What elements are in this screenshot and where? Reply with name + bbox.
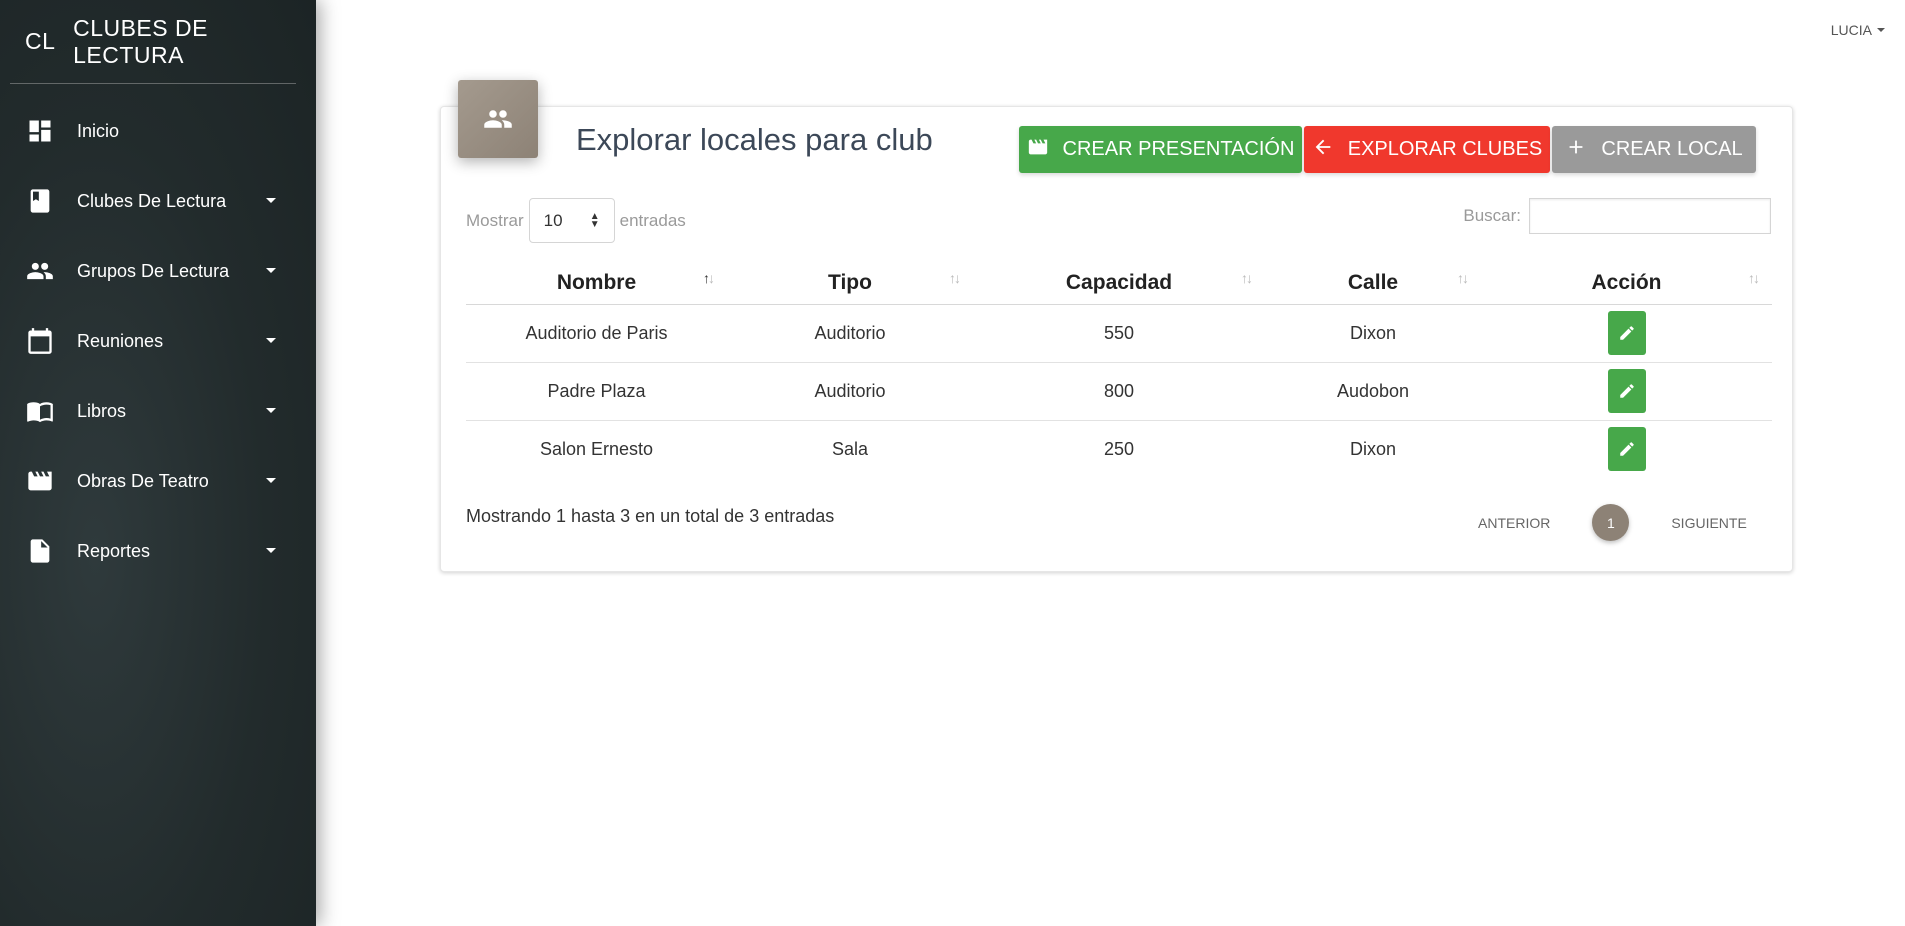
dashboard-icon	[26, 117, 54, 145]
search-label: Buscar:	[1463, 206, 1521, 225]
cell-tipo: Auditorio	[727, 362, 973, 421]
chevron-down-icon	[266, 268, 276, 273]
chevron-down-icon	[266, 478, 276, 483]
calendar-icon	[26, 327, 54, 355]
sidebar-item-label: Grupos De Lectura	[77, 260, 230, 281]
chevron-down-icon	[266, 408, 276, 413]
prev-page-button[interactable]: ANTERIOR	[1458, 505, 1570, 541]
create-presentation-button[interactable]: CREAR PRESENTACIÓN	[1019, 126, 1302, 173]
cell-capacidad: 800	[973, 362, 1265, 421]
sidebar-item-label: Inicio	[77, 120, 120, 141]
cell-capacidad: 250	[1103, 438, 1135, 459]
edit-button[interactable]	[1607, 427, 1646, 472]
edit-button[interactable]	[1607, 369, 1646, 413]
search-input[interactable]	[1529, 198, 1771, 234]
open-book-icon	[26, 397, 54, 425]
pencil-icon	[1619, 384, 1634, 398]
brand-title: CLUBES DE LECTURA	[73, 14, 208, 68]
next-page-button[interactable]: SIGUIENTE	[1651, 505, 1766, 541]
pencil-icon	[1619, 326, 1634, 340]
column-header-calle[interactable]: Calle ↑↓	[1265, 262, 1481, 305]
cell-calle: Dixon	[1265, 304, 1481, 363]
explore-clubs-button[interactable]: EXPLORAR CLUBES	[1304, 126, 1550, 173]
document-icon	[26, 537, 54, 565]
cell-calle: Dixon	[1349, 438, 1397, 459]
column-header-nombre[interactable]: Nombre ↑↓	[466, 262, 727, 305]
cell-capacidad: 550	[973, 304, 1265, 363]
table-row: Salon Ernesto Sala 250 Dixon	[466, 420, 1772, 478]
theater-icon	[1027, 136, 1049, 164]
brand-divider	[10, 83, 296, 84]
brand-mini: CL	[25, 28, 56, 54]
chevron-down-icon	[266, 338, 276, 343]
sidebar: CL CLUBES DE LECTURA Inicio Clubes De Le…	[0, 0, 316, 926]
sort-icon: ↑↓	[1748, 270, 1760, 286]
cell-tipo: Auditorio	[727, 304, 973, 363]
user-name: LUCIA	[1830, 22, 1872, 38]
cell-accion	[1481, 304, 1772, 363]
cell-tipo: Sala	[831, 438, 869, 459]
sidebar-item-obras[interactable]: Obras De Teatro	[0, 446, 316, 516]
sort-icon: ↑↓	[1241, 270, 1253, 286]
show-label: Mostrar	[466, 210, 524, 230]
user-menu[interactable]: LUCIA	[1831, 22, 1885, 38]
page-size-value: 10	[543, 210, 563, 230]
select-arrows-icon: ▲ ▼	[589, 210, 600, 230]
sidebar-item-reuniones[interactable]: Reuniones	[0, 306, 316, 376]
button-label: CREAR LOCAL	[1601, 138, 1743, 160]
table-info: Mostrando 1 hasta 3 en un total de 3 ent…	[466, 506, 835, 526]
sidebar-item-label: Obras De Teatro	[77, 470, 209, 491]
people-icon	[26, 257, 54, 285]
page-1-button[interactable]: 1	[1592, 504, 1630, 541]
sidebar-item-label: Libros	[77, 400, 127, 421]
table-header-row: Nombre ↑↓ Tipo ↑↓ Capacidad ↑↓ Calle ↑↓ Acci…	[466, 262, 1772, 305]
people-icon	[458, 80, 538, 158]
chevron-down-icon	[266, 548, 276, 553]
sidebar-item-grupos[interactable]: Grupos De Lectura	[0, 236, 316, 306]
plus-icon	[1565, 136, 1587, 164]
button-label: EXPLORAR CLUBES	[1347, 138, 1543, 160]
sidebar-item-reportes[interactable]: Reportes	[0, 516, 316, 586]
search-control: Buscar:	[1463, 198, 1771, 234]
brand[interactable]: CL CLUBES DE LECTURA	[0, 0, 316, 83]
arrow-left-icon	[1312, 136, 1334, 164]
column-header-capacidad[interactable]: Capacidad ↑↓	[973, 262, 1265, 305]
sort-icon: ↑↓	[703, 270, 715, 286]
chevron-down-icon	[266, 198, 276, 203]
sidebar-item-label: Reportes	[77, 540, 151, 561]
column-header-accion[interactable]: Acción ↑↓	[1481, 262, 1772, 305]
sidebar-item-label: Clubes De Lectura	[77, 190, 227, 211]
book-icon	[26, 187, 54, 215]
cell-accion	[1481, 362, 1772, 421]
pagination: ANTERIOR 1 SIGUIENTE	[1458, 504, 1767, 541]
pencil-icon	[1619, 442, 1634, 456]
sidebar-item-label: Reuniones	[77, 330, 164, 351]
sort-icon: ↑↓	[949, 270, 961, 286]
cell-accion	[1481, 420, 1772, 478]
entries-label: entradas	[619, 210, 686, 230]
edit-button[interactable]	[1607, 311, 1646, 355]
create-local-button[interactable]: CREAR LOCAL	[1552, 126, 1756, 173]
theater-icon	[26, 467, 54, 495]
page-length-control: Mostrar 10 ▲ ▼ entradas	[466, 198, 686, 243]
page-size-select[interactable]: 10 ▲ ▼	[528, 198, 615, 243]
sidebar-item-clubes[interactable]: Clubes De Lectura	[0, 166, 316, 236]
locales-table: Nombre ↑↓ Tipo ↑↓ Capacidad ↑↓ Calle ↑↓ Acci…	[466, 262, 1772, 478]
cell-nombre: Salon Ernesto	[539, 438, 654, 459]
cell-calle: Audobon	[1265, 362, 1481, 421]
table-row: Padre Plaza Auditorio 800 Audobon	[466, 362, 1772, 421]
table-row: Auditorio de Paris Auditorio 550 Dixon	[466, 304, 1772, 363]
chevron-down-icon	[1877, 28, 1885, 32]
sidebar-item-libros[interactable]: Libros	[0, 376, 316, 446]
column-header-tipo[interactable]: Tipo ↑↓	[727, 262, 973, 305]
sort-icon: ↑↓	[1457, 270, 1469, 286]
cell-nombre: Padre Plaza	[466, 362, 727, 421]
sidebar-item-inicio[interactable]: Inicio	[0, 96, 316, 166]
button-label: CREAR PRESENTACIÓN	[1062, 138, 1295, 160]
sidebar-nav: Inicio Clubes De Lectura Grupos De Lectu…	[0, 96, 316, 586]
cell-nombre: Auditorio de Paris	[466, 304, 727, 363]
page-title: Explorar locales para club	[576, 122, 933, 157]
